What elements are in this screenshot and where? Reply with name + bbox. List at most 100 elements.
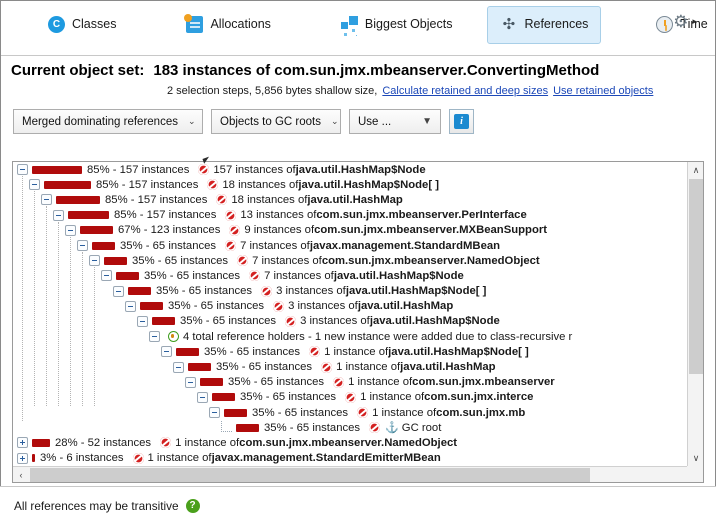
- row-percentage: 35% - 65 instances: [180, 315, 277, 328]
- expand-icon[interactable]: [17, 437, 28, 449]
- tree-row[interactable]: 35% - 65 instances ⚓ GC root: [13, 420, 687, 435]
- tree-vertical-scrollbar[interactable]: ∧ ∨: [687, 162, 703, 466]
- overflow-arrow-icon[interactable]: ▸: [692, 16, 697, 27]
- row-percentage: 35% - 65 instances: [228, 376, 325, 389]
- row-class-name: com.sun.jmx.mbeanserver.PerInterface: [316, 209, 527, 222]
- tree-elbow: [221, 420, 232, 432]
- tab-references[interactable]: ✣ References: [487, 5, 602, 44]
- row-instance-count: 1 instance of: [348, 376, 413, 389]
- tree-row[interactable]: 35% - 65 instances 3 instances of java.ut…: [13, 299, 687, 314]
- chevron-down-solid-icon: ▼: [422, 116, 432, 127]
- calculate-retained-link[interactable]: Calculate retained and deep sizes: [382, 85, 548, 97]
- selection-steps-text: 2 selection steps, 5,856 bytes shallow s…: [167, 85, 378, 97]
- row-percentage: 35% - 65 instances: [216, 361, 313, 374]
- collapse-icon[interactable]: [17, 164, 28, 176]
- row-class-name: java.util.HashMap: [357, 300, 454, 313]
- scroll-down-button[interactable]: ∨: [688, 450, 703, 466]
- mode-select[interactable]: Merged dominating references ⌄: [13, 109, 203, 134]
- collapse-icon[interactable]: [53, 209, 64, 221]
- scroll-up-button[interactable]: ∧: [688, 162, 703, 178]
- direction-select[interactable]: Objects to GC roots ⌄: [211, 109, 341, 134]
- collapse-icon[interactable]: [173, 361, 184, 373]
- tree-row[interactable]: 35% - 65 instances 7 instances of com.sun…: [13, 253, 687, 268]
- row-class-name: com.sun.jmx.interce: [424, 391, 534, 404]
- collapse-icon[interactable]: [77, 240, 88, 252]
- gear-icon[interactable]: ⚙: [673, 13, 688, 30]
- row-class-name: java.util.HashMap$Node: [295, 163, 426, 176]
- tree-row[interactable]: 3% - 6 instances 1 instance of javax.mana…: [13, 451, 687, 466]
- collapse-icon[interactable]: [89, 255, 100, 267]
- collapse-icon[interactable]: [161, 346, 172, 358]
- direction-select-value: Objects to GC roots: [220, 115, 321, 128]
- percentage-bar: [140, 302, 163, 311]
- collapse-icon[interactable]: [41, 194, 52, 206]
- horizontal-scroll-thumb[interactable]: [30, 468, 590, 482]
- tab-biggest-objects[interactable]: Biggest Objects: [328, 6, 466, 44]
- tree-row[interactable]: 4 total reference holders - 1 new instan…: [13, 329, 687, 344]
- tree-row[interactable]: 85% - 157 instances 157 instances of java…: [13, 162, 687, 177]
- tree-row[interactable]: 85% - 157 instances 13 instances of com.s…: [13, 208, 687, 223]
- row-instance-count: 18 instances of: [231, 193, 308, 206]
- collapse-icon[interactable]: [113, 285, 124, 297]
- object-set-line: Current object set: 183 instances of com…: [11, 62, 705, 79]
- collapse-icon[interactable]: [185, 376, 196, 388]
- status-text: All references may be transitive: [14, 498, 179, 513]
- row-percentage: 35% - 65 instances: [252, 406, 349, 419]
- tree-row[interactable]: 35% - 65 instances 1 instance of com.sun.…: [13, 405, 687, 420]
- scroll-left-button[interactable]: ‹: [13, 467, 29, 482]
- row-percentage: 35% - 65 instances: [156, 285, 253, 298]
- reference-icon: [321, 361, 333, 373]
- references-tree[interactable]: 85% - 157 instances 157 instances of java…: [13, 162, 687, 466]
- row-class-name: java.util.HashMap$Node[ ]: [298, 178, 439, 191]
- tree-row[interactable]: 35% - 65 instances 1 instance of com.sun.…: [13, 375, 687, 390]
- tree-row[interactable]: 85% - 157 instances 18 instances of java.…: [13, 177, 687, 192]
- row-instance-count: GC root: [401, 421, 442, 434]
- row-class-name: javax.management.StandardEmitterMBean: [211, 452, 441, 465]
- tree-row[interactable]: 35% - 65 instances 1 instance of java.uti…: [13, 344, 687, 359]
- percentage-bar: [188, 363, 211, 372]
- info-button[interactable]: i: [449, 109, 474, 134]
- tree-row[interactable]: 67% - 123 instances 9 instances of com.su…: [13, 223, 687, 238]
- percentage-bar: [236, 423, 259, 432]
- settings-control[interactable]: ⚙ ▸: [673, 13, 697, 30]
- collapse-icon[interactable]: [137, 315, 148, 327]
- collapse-icon[interactable]: [101, 270, 112, 282]
- vertical-scroll-thumb[interactable]: [689, 179, 703, 374]
- row-class-name: java.util.HashMap$Node[ ]: [388, 345, 529, 358]
- collapse-icon[interactable]: [65, 224, 76, 236]
- row-percentage: 85% - 157 instances: [87, 163, 190, 176]
- help-icon[interactable]: ?: [185, 498, 200, 513]
- row-instance-count: 7 instances of: [252, 254, 322, 267]
- tree-row[interactable]: 35% - 65 instances 1 instance of java.uti…: [13, 359, 687, 374]
- row-instance-count: 3 instances of: [300, 315, 370, 328]
- use-retained-objects-link[interactable]: Use retained objects: [553, 85, 653, 97]
- tree-row[interactable]: 35% - 65 instances 7 instances of javax.m…: [13, 238, 687, 253]
- percentage-bar: [152, 317, 175, 326]
- object-set-details: 2 selection steps, 5,856 bytes shallow s…: [167, 85, 705, 97]
- collapse-icon[interactable]: [209, 407, 220, 419]
- tab-allocations-label: Allocations: [210, 17, 271, 32]
- row-percentage: 67% - 123 instances: [118, 224, 221, 237]
- tree-row[interactable]: 35% - 65 instances 7 instances of java.ut…: [13, 268, 687, 283]
- reference-icon: [345, 391, 357, 403]
- tree-horizontal-scrollbar[interactable]: ‹: [13, 466, 687, 482]
- tree-row[interactable]: 85% - 157 instances 18 instances of java.…: [13, 192, 687, 207]
- tree-row[interactable]: 28% - 52 instances 1 instance of com.sun.…: [13, 435, 687, 450]
- collapse-icon[interactable]: [29, 179, 40, 191]
- tree-row[interactable]: 35% - 65 instances 3 instances of java.ut…: [13, 314, 687, 329]
- expand-icon[interactable]: [17, 452, 28, 464]
- tree-row[interactable]: 35% - 65 instances 3 instances of java.ut…: [13, 284, 687, 299]
- reference-icon: [216, 194, 228, 206]
- collapse-icon[interactable]: [125, 300, 136, 312]
- tab-classes[interactable]: C Classes: [35, 6, 129, 44]
- tab-allocations[interactable]: Allocations: [173, 6, 283, 44]
- collapse-icon[interactable]: [197, 391, 208, 403]
- row-class-name: java.util.HashMap$Node: [369, 315, 500, 328]
- collapse-icon[interactable]: [149, 331, 160, 343]
- tree-row[interactable]: 35% - 65 instances 1 instance of com.sun.…: [13, 390, 687, 405]
- use-button[interactable]: Use ... ▼: [349, 109, 441, 134]
- row-class-name: javax.management.StandardMBean: [309, 239, 501, 252]
- references-tree-panel: 85% - 157 instances 157 instances of java…: [12, 161, 704, 483]
- row-percentage: 35% - 65 instances: [264, 421, 361, 434]
- reference-icon: [333, 376, 345, 388]
